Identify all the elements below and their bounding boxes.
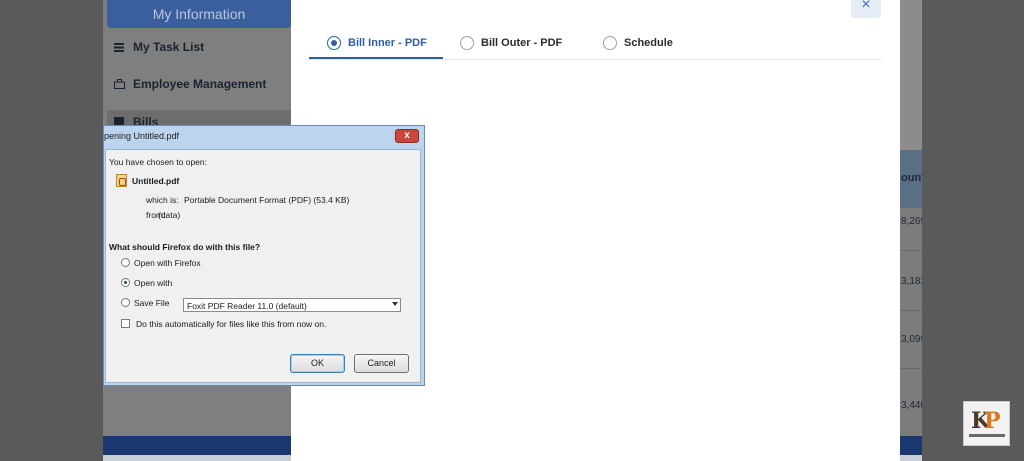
radio-selected-icon [327, 36, 341, 50]
open-with-app-value: Foxit PDF Reader 11.0 (default) [187, 301, 307, 311]
table-header-amount: ount [901, 172, 922, 184]
table-cell: 3,099 [901, 334, 922, 345]
firefox-open-dialog: pening Untitled.pdf x You have chosen to… [103, 125, 425, 386]
radio-open-firefox[interactable] [121, 258, 130, 267]
open-with-app-select[interactable]: Foxit PDF Reader 11.0 (default) [183, 298, 401, 312]
chosen-label: You have chosen to open: [109, 157, 207, 167]
table-cell: 8,269 [901, 216, 922, 227]
sidebar-item-label: Employee Management [133, 77, 267, 91]
sidebar-header[interactable]: My Information [107, 0, 291, 28]
data-table-fragment: ount 8,269 3,182 3,099 3,440 [900, 150, 922, 436]
table-divider [900, 250, 922, 251]
briefcase-icon [113, 78, 125, 90]
option-open-firefox-label[interactable]: Open with Firefox [134, 258, 201, 268]
close-icon: x [404, 130, 410, 141]
table-cell: 3,440 [901, 400, 922, 411]
tab-label: Bill Outer - PDF [481, 37, 563, 49]
pdf-file-icon [116, 174, 127, 187]
table-divider [900, 368, 922, 369]
which-is-label: which is: [146, 195, 179, 205]
sidebar-item-my-task-list[interactable]: My Task List [113, 35, 204, 59]
video-letterbox-right [922, 0, 1024, 461]
file-name: Untitled.pdf [132, 176, 180, 186]
sidebar-item-label: My Task List [133, 40, 205, 54]
chevron-down-icon [392, 302, 398, 306]
radio-icon [460, 36, 474, 50]
tab-label: Schedule [624, 37, 673, 49]
tab-label: Bill Inner - PDF [348, 37, 427, 49]
which-is-value: Portable Document Format (PDF) (53.4 KB) [184, 195, 350, 205]
ok-button[interactable]: OK [290, 354, 345, 373]
modal-close-button[interactable]: × [851, 0, 881, 18]
tab-bill-outer-pdf[interactable]: Bill Outer - PDF [460, 28, 562, 58]
cancel-button[interactable]: Cancel [354, 354, 409, 373]
dialog-question: What should Firefox do with this file? [109, 242, 261, 252]
from-value: (data) [158, 210, 181, 220]
active-tab-underline [309, 57, 443, 59]
bill-tabs: Bill Inner - PDF Bill Outer - PDF Schedu… [309, 28, 881, 60]
dialog-titlebar[interactable]: pening Untitled.pdf x [104, 126, 424, 148]
auto-checkbox-label[interactable]: Do this automatically for files like thi… [136, 319, 326, 329]
video-letterbox-left [0, 0, 103, 461]
table-divider [900, 310, 922, 311]
auto-checkbox[interactable] [121, 319, 130, 328]
close-icon: × [861, 0, 871, 13]
tab-schedule[interactable]: Schedule [603, 28, 673, 58]
logo-tagline-mark [969, 434, 1005, 437]
option-open-with-label[interactable]: Open with [134, 278, 172, 288]
sidebar-item-employee-management[interactable]: Employee Management [113, 72, 266, 96]
radio-open-with[interactable] [121, 278, 130, 287]
dialog-body: You have chosen to open: Untitled.pdf wh… [105, 149, 421, 383]
tab-bill-inner-pdf[interactable]: Bill Inner - PDF [327, 28, 427, 58]
table-cell: 3,182 [901, 276, 922, 287]
dialog-close-button[interactable]: x [395, 129, 419, 143]
logo-letter-p: P [984, 408, 1001, 434]
kp-logo: K P [963, 401, 1010, 446]
radio-save-file[interactable] [121, 298, 130, 307]
option-save-file-label[interactable]: Save File [134, 298, 169, 308]
list-icon [113, 41, 125, 53]
dialog-title: pening Untitled.pdf [104, 131, 180, 141]
radio-icon [603, 36, 617, 50]
table-header: ount [900, 150, 922, 208]
